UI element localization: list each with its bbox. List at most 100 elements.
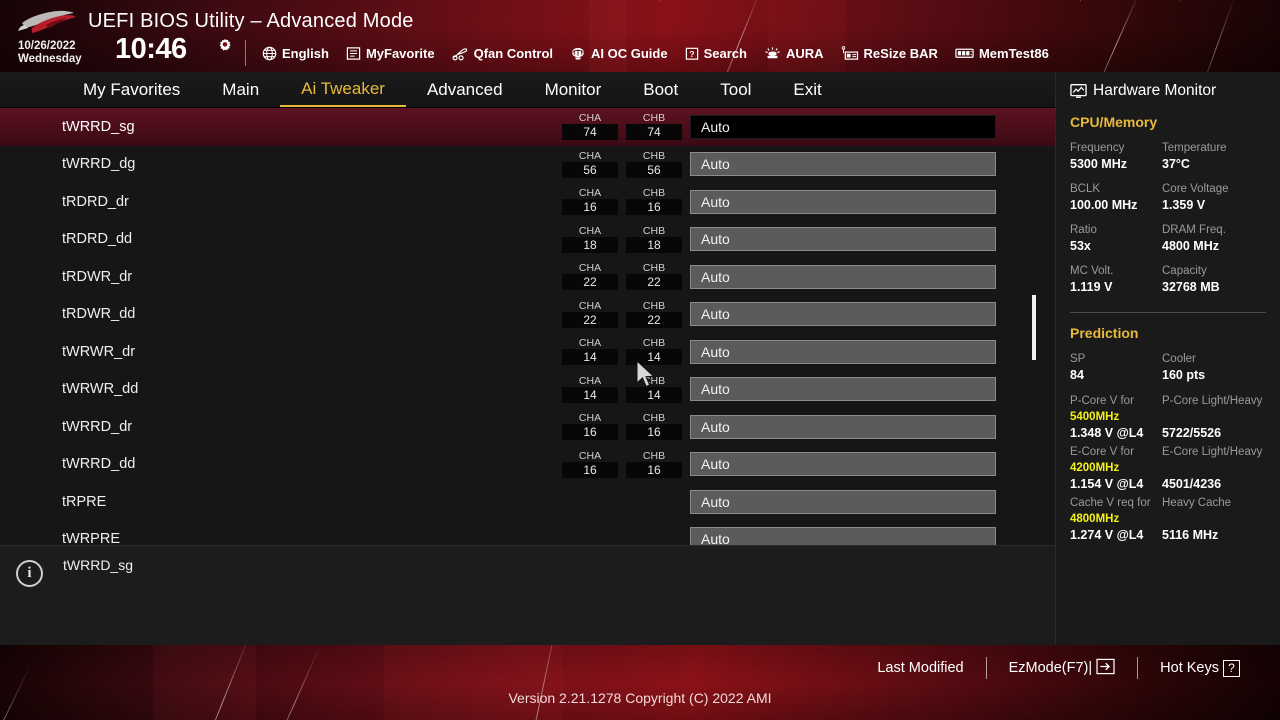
tool-label: MemTest86 (978, 45, 1049, 61)
setting-row[interactable]: tWRRD_dg CHA 56 CHB 56 Auto (0, 146, 1055, 184)
hw-key: Temperature (1162, 142, 1227, 154)
hw-cpu-memory-grid: Frequency Temperature 5300 MHz 37°C BCLK… (1070, 141, 1266, 305)
last-modified-button[interactable]: Last Modified (855, 660, 985, 676)
channel-a-caption: CHA (578, 112, 602, 125)
channel-b-caption: CHB (642, 412, 666, 425)
setting-row[interactable]: tWRRD_dr CHA 16 CHB 16 Auto (0, 408, 1055, 446)
tool-search[interactable]: ? Search (685, 46, 747, 61)
scrollbar[interactable] (1032, 108, 1036, 545)
channel-a-value: 56 (562, 161, 618, 178)
description-panel (0, 545, 1055, 645)
channel-a-caption: CHA (578, 374, 602, 387)
setting-value-input[interactable]: Auto (690, 152, 996, 177)
fan-icon (452, 47, 467, 60)
hw-value: 1.274 V @L4 (1070, 528, 1144, 542)
channel-a-readout: CHA 14 (562, 338, 618, 366)
setting-value-input[interactable]: Auto (690, 189, 996, 214)
tool-memtest86[interactable]: MemTest86 (955, 46, 1049, 61)
setting-row[interactable]: tWRRD_dd CHA 16 CHB 16 Auto (0, 446, 1055, 484)
tool-myfavorite[interactable]: MyFavorite (346, 46, 435, 61)
setting-value-input[interactable]: Auto (690, 114, 996, 139)
channel-b-value: 16 (626, 199, 682, 216)
clock-text: 10:46 (115, 33, 187, 65)
tab-exit[interactable]: Exit (772, 72, 842, 107)
setting-label: tRDRD_dd (62, 231, 133, 248)
setting-row[interactable]: tRDRD_dd CHA 18 CHB 18 Auto (0, 221, 1055, 259)
tool-english[interactable]: English (262, 46, 329, 61)
setting-row[interactable]: tWRPRE Auto (0, 521, 1055, 545)
hw-value: 4501/4236 (1162, 477, 1222, 491)
setting-label: tWRRD_sg (62, 118, 135, 135)
setting-value-input[interactable]: Auto (690, 339, 996, 364)
setting-value-input[interactable]: Auto (690, 414, 996, 439)
hw-divider (1070, 312, 1266, 313)
setting-row[interactable]: tWRWR_dr CHA 14 CHB 14 Auto (0, 333, 1055, 371)
channel-b-value: 56 (626, 161, 682, 178)
hw-value: 1.154 V @L4 (1070, 477, 1144, 491)
setting-row[interactable]: tWRWR_dd CHA 14 CHB 14 Auto (0, 371, 1055, 409)
setting-row[interactable]: tRDRD_dr CHA 16 CHB 16 Auto (0, 183, 1055, 221)
setting-row[interactable]: tRPRE Auto (0, 483, 1055, 521)
channel-b-value: 16 (626, 461, 682, 478)
setting-label: tWRWR_dr (62, 343, 136, 360)
tab-boot[interactable]: Boot (622, 72, 699, 107)
memtest-icon (955, 48, 974, 58)
svg-text:?: ? (689, 48, 694, 58)
setting-value-input[interactable]: Auto (690, 377, 996, 402)
hw-key: P-Core Light/Heavy (1162, 395, 1263, 407)
hw-value: 1.119 V (1070, 280, 1113, 294)
hw-value: 5116 MHz (1162, 528, 1219, 542)
hot-keys-label: Hot Keys (1160, 660, 1219, 676)
setting-value-input[interactable]: Auto (690, 227, 996, 252)
ezmode-button[interactable]: EzMode(F7)| (987, 658, 1138, 679)
hw-key-ecore-v: E-Core V for 4200MHz (1070, 446, 1134, 474)
hw-key: DRAM Freq. (1162, 224, 1226, 236)
channel-a-value: 22 (562, 311, 618, 328)
tool-qfan-control[interactable]: Qfan Control (452, 46, 553, 61)
tab-advanced[interactable]: Advanced (406, 72, 524, 107)
hw-key: Ratio (1070, 224, 1097, 236)
hw-key: Capacity (1162, 265, 1207, 277)
tool-aura[interactable]: AURA (764, 46, 824, 61)
gear-icon[interactable] (217, 38, 233, 54)
hw-key: MC Volt. (1070, 265, 1114, 277)
aura-light-icon (765, 46, 780, 58)
setting-label: tRDRD_dr (62, 193, 129, 210)
setting-value-input[interactable]: Auto (690, 452, 996, 477)
weekday-text: Wednesday (18, 53, 82, 65)
channel-b-caption: CHB (642, 299, 666, 312)
hw-value: 5722/5526 (1162, 426, 1222, 440)
setting-value-input[interactable]: Auto (690, 264, 996, 289)
setting-row[interactable]: tWRRD_sg CHA 74 CHB 74 Auto (0, 108, 1055, 146)
hot-keys-button[interactable]: Hot Keys ? (1138, 659, 1262, 677)
channel-b-value: 22 (626, 274, 682, 291)
tab-monitor[interactable]: Monitor (524, 72, 623, 107)
channel-b-caption: CHB (642, 337, 666, 350)
channel-a-value: 14 (562, 349, 618, 366)
rog-logo-icon (16, 8, 78, 38)
setting-label: tRDWR_dd (62, 306, 136, 323)
tool-resize-bar[interactable]: ReSize BAR (841, 46, 938, 61)
setting-row[interactable]: tRDWR_dr CHA 22 CHB 22 Auto (0, 258, 1055, 296)
tab-ai-tweaker[interactable]: Ai Tweaker (280, 72, 406, 107)
setting-row[interactable]: tRDWR_dd CHA 22 CHB 22 Auto (0, 296, 1055, 334)
tab-tool[interactable]: Tool (699, 72, 772, 107)
tool-ai-oc-guide[interactable]: AI OC Guide (570, 46, 668, 61)
setting-value-input[interactable]: Auto (690, 302, 996, 327)
hw-value: 4800 MHz (1162, 239, 1219, 253)
channel-a-value: 16 (562, 461, 618, 478)
channel-a-value: 16 (562, 424, 618, 441)
hw-key: E-Core Light/Heavy (1162, 446, 1263, 458)
channel-b-caption: CHB (642, 374, 666, 387)
channel-a-value: 22 (562, 274, 618, 291)
scrollbar-thumb[interactable] (1032, 295, 1036, 360)
tab-my-favorites[interactable]: My Favorites (62, 72, 201, 107)
footer-bar: Last Modified EzMode(F7)| Hot Keys ? Ver… (0, 645, 1280, 720)
hardware-monitor-title: Hardware Monitor (1070, 82, 1266, 100)
setting-value-input[interactable]: Auto (690, 489, 996, 514)
tab-main[interactable]: Main (201, 72, 280, 107)
setting-value-input[interactable]: Auto (690, 527, 996, 545)
channel-a-readout: CHA 22 (562, 300, 618, 328)
channel-a-caption: CHA (578, 149, 602, 162)
setting-label: tWRRD_dr (62, 418, 133, 435)
